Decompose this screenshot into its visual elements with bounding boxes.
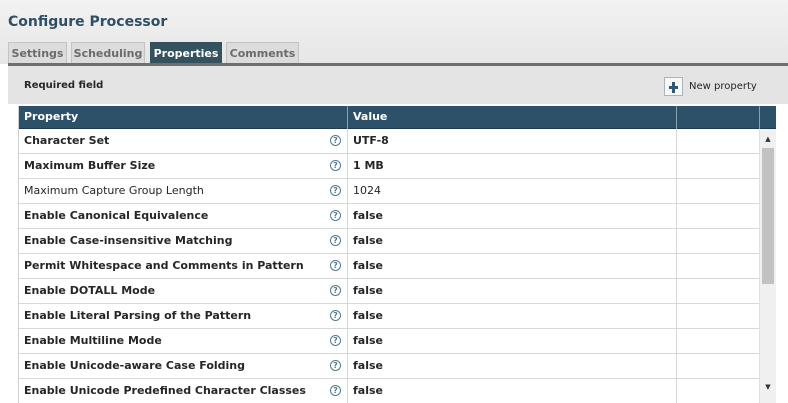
table-row[interactable]: Enable DOTALL Mode? false xyxy=(19,279,760,304)
help-icon[interactable]: ? xyxy=(330,210,341,221)
row-actions-cell xyxy=(677,229,760,253)
column-header-actions xyxy=(677,106,760,129)
tab-properties[interactable]: Properties xyxy=(150,42,222,64)
help-icon[interactable]: ? xyxy=(330,385,341,396)
row-actions-cell xyxy=(677,329,760,353)
scroll-down-icon[interactable]: ▼ xyxy=(760,379,776,395)
plus-icon xyxy=(664,76,683,96)
row-actions-cell xyxy=(677,254,760,278)
table-row[interactable]: Enable Unicode-aware Case Folding? false xyxy=(19,354,760,379)
help-icon[interactable]: ? xyxy=(330,185,341,196)
scroll-up-icon[interactable]: ▲ xyxy=(760,131,776,147)
tab-settings[interactable]: Settings xyxy=(8,42,67,64)
property-value[interactable]: false xyxy=(348,379,677,403)
help-icon[interactable]: ? xyxy=(330,310,341,321)
help-icon[interactable]: ? xyxy=(330,135,341,146)
dialog-title: Configure Processor xyxy=(8,14,168,30)
property-name: Enable Unicode Predefined Character Clas… xyxy=(19,379,348,403)
row-actions-cell xyxy=(677,304,760,328)
property-value[interactable]: false xyxy=(348,354,677,378)
table-row[interactable]: Character Set? UTF-8 xyxy=(19,129,760,154)
tab-scheduling[interactable]: Scheduling xyxy=(71,42,145,64)
property-value[interactable]: false xyxy=(348,204,677,228)
property-value[interactable]: false xyxy=(348,279,677,303)
property-value[interactable]: 1024 xyxy=(348,179,677,203)
property-name: Enable Literal Parsing of the Pattern xyxy=(19,304,348,328)
property-name: Maximum Capture Group Length xyxy=(19,179,348,203)
new-property-label: New property xyxy=(689,80,757,92)
required-field-label: Required field xyxy=(24,80,104,91)
property-value[interactable]: 1 MB xyxy=(348,154,677,178)
row-actions-cell xyxy=(677,129,760,153)
row-actions-cell xyxy=(677,204,760,228)
table-row[interactable]: Enable Canonical Equivalence? false xyxy=(19,204,760,229)
table-row[interactable]: Permit Whitespace and Comments in Patter… xyxy=(19,254,760,279)
row-actions-cell xyxy=(677,354,760,378)
property-value[interactable]: false xyxy=(348,229,677,253)
property-name: Enable Canonical Equivalence xyxy=(19,204,348,228)
property-name: Enable Unicode-aware Case Folding xyxy=(19,354,348,378)
dialog-header: Configure Processor Settings Scheduling … xyxy=(0,0,788,64)
help-icon[interactable]: ? xyxy=(330,260,341,271)
column-header-value[interactable]: Value xyxy=(348,106,677,129)
property-name: Character Set xyxy=(19,129,348,153)
grid-header: Property Value xyxy=(19,106,776,129)
row-actions-cell xyxy=(677,154,760,178)
table-row[interactable]: Maximum Capture Group Length? 1024 xyxy=(19,179,760,204)
table-row[interactable]: Enable Unicode Predefined Character Clas… xyxy=(19,379,760,403)
property-name: Permit Whitespace and Comments in Patter… xyxy=(19,254,348,278)
row-actions-cell xyxy=(677,379,760,403)
table-row[interactable]: Enable Case-insensitive Matching? false xyxy=(19,229,760,254)
row-actions-cell xyxy=(677,279,760,303)
grid-scrollbar[interactable]: ▲ ▼ xyxy=(759,129,776,403)
property-value[interactable]: false xyxy=(348,329,677,353)
table-row[interactable]: Maximum Buffer Size? 1 MB xyxy=(19,154,760,179)
properties-grid: Property Value Character Set? UTF-8 Maximu… xyxy=(18,106,776,403)
table-row[interactable]: Enable Literal Parsing of the Pattern? fa… xyxy=(19,304,760,329)
row-actions-cell xyxy=(677,179,760,203)
scroll-thumb[interactable] xyxy=(762,148,774,284)
properties-toolbar: Required field New property xyxy=(8,66,788,104)
help-icon[interactable]: ? xyxy=(330,235,341,246)
new-property-button[interactable]: New property xyxy=(664,76,757,96)
property-value[interactable]: false xyxy=(348,304,677,328)
grid-rows: Character Set? UTF-8 Maximum Buffer Size? 1… xyxy=(19,129,760,403)
property-name: Maximum Buffer Size xyxy=(19,154,348,178)
help-icon[interactable]: ? xyxy=(330,335,341,346)
property-name: Enable DOTALL Mode xyxy=(19,279,348,303)
property-value[interactable]: false xyxy=(348,254,677,278)
help-icon[interactable]: ? xyxy=(330,160,341,171)
column-header-property[interactable]: Property xyxy=(19,106,348,129)
tab-comments[interactable]: Comments xyxy=(226,42,299,64)
table-row[interactable]: Enable Multiline Mode? false xyxy=(19,329,760,354)
help-icon[interactable]: ? xyxy=(330,285,341,296)
property-value[interactable]: UTF-8 xyxy=(348,129,677,153)
property-name: Enable Case-insensitive Matching xyxy=(19,229,348,253)
property-name: Enable Multiline Mode xyxy=(19,329,348,353)
help-icon[interactable]: ? xyxy=(330,360,341,371)
